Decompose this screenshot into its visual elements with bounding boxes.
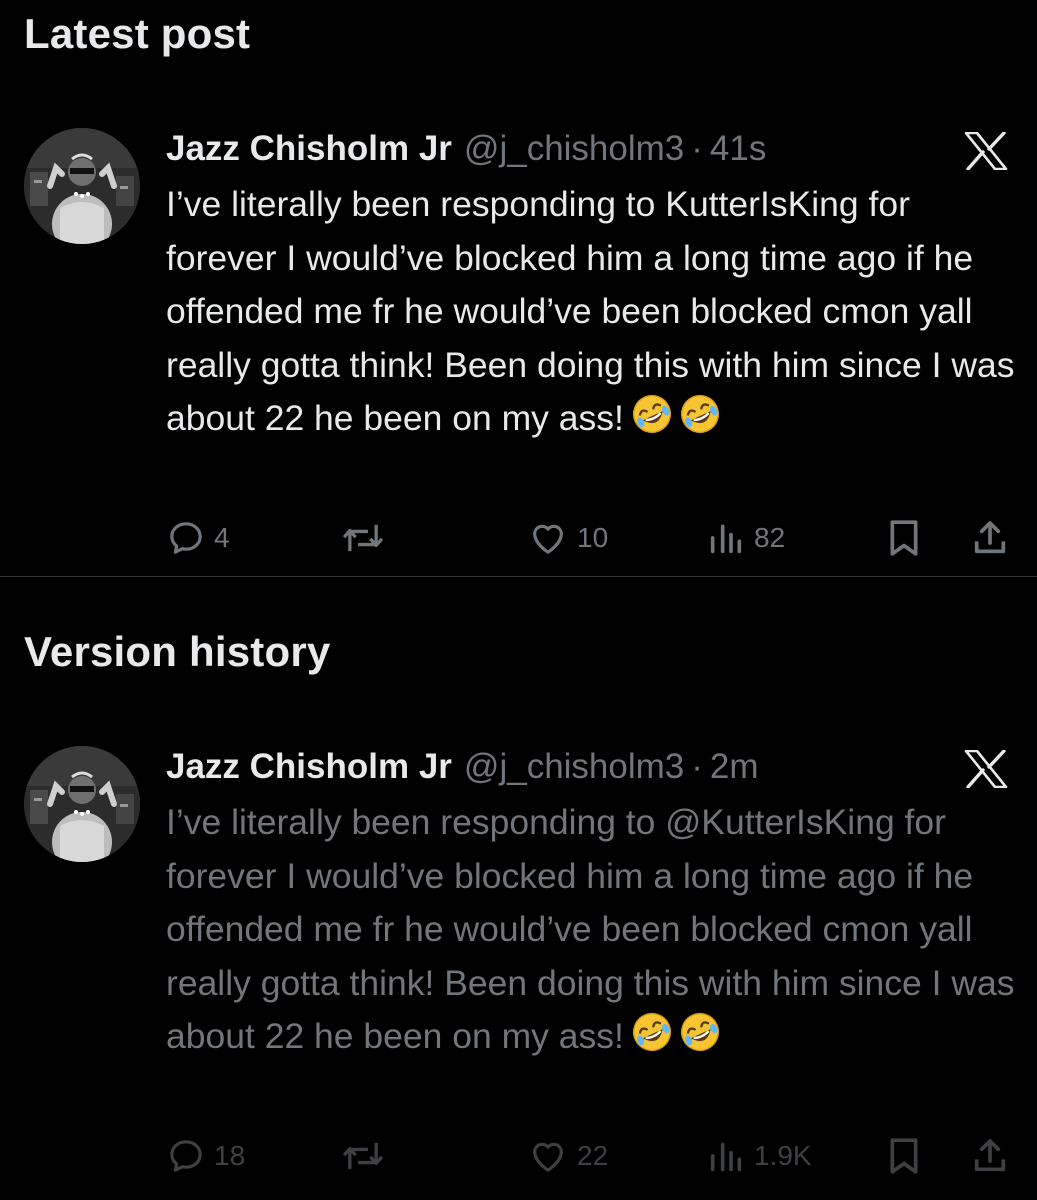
speech-bubble-icon <box>170 522 202 554</box>
x-logo-icon <box>964 749 1008 789</box>
separator-dot: · <box>691 747 703 786</box>
author-name[interactable]: Jazz Chisholm Jr <box>166 129 452 169</box>
emoji-group <box>630 1010 726 1070</box>
rofl-emoji-icon <box>678 1010 722 1054</box>
bookmark-button[interactable] <box>886 1128 922 1184</box>
heart-icon <box>533 524 563 554</box>
latest-post-heading: Latest post <box>24 10 251 57</box>
share-upload-icon <box>974 521 1006 554</box>
post-body: I’ve literally been responding to Kutter… <box>166 184 1015 438</box>
repost-button[interactable] <box>340 510 394 566</box>
post-text: I’ve literally been responding to Kutter… <box>166 178 1026 452</box>
reply-count: 18 <box>214 1140 246 1171</box>
rofl-emoji-icon <box>630 1010 674 1054</box>
views-button[interactable]: 1.9K <box>706 1128 812 1184</box>
post-text: I’ve literally been responding to @Kutte… <box>166 796 1026 1070</box>
author-name[interactable]: Jazz Chisholm Jr <box>166 747 452 787</box>
avatar[interactable] <box>24 128 140 244</box>
author-handle[interactable]: @j_chisholm3 <box>464 129 684 169</box>
version-history-heading: Version history <box>24 628 331 675</box>
section-divider <box>0 576 1037 577</box>
reply-button[interactable]: 18 <box>166 1128 245 1184</box>
rofl-emoji-icon <box>630 392 674 436</box>
like-count: 22 <box>577 1140 609 1171</box>
reply-button[interactable]: 4 <box>166 510 230 566</box>
share-button[interactable] <box>970 1128 1010 1184</box>
x-logo-icon <box>964 131 1008 171</box>
views-count: 82 <box>754 522 786 553</box>
post-actions: 18 22 1.9K <box>0 1128 1037 1184</box>
views-button[interactable]: 82 <box>706 510 785 566</box>
bookmark-icon <box>890 1138 918 1174</box>
post-body: I’ve literally been responding to @Kutte… <box>166 802 1015 1056</box>
repost-arrows-icon <box>342 524 384 552</box>
like-count: 10 <box>577 522 609 553</box>
repost-arrows-icon <box>342 1142 384 1170</box>
reply-count: 4 <box>214 522 230 553</box>
repost-button[interactable] <box>340 1128 394 1184</box>
emoji-group <box>630 392 726 452</box>
avatar[interactable] <box>24 746 140 862</box>
heart-icon <box>533 1142 563 1172</box>
bar-chart-icon <box>710 1142 742 1172</box>
post-actions: 4 10 82 <box>0 510 1037 566</box>
share-upload-icon <box>974 1139 1006 1172</box>
share-button[interactable] <box>970 510 1010 566</box>
like-button[interactable]: 10 <box>527 510 608 566</box>
post-timestamp[interactable]: 2m <box>710 747 759 787</box>
post-header: Jazz Chisholm Jr @j_chisholm3 · 2m <box>166 744 759 790</box>
views-count: 1.9K <box>754 1140 812 1171</box>
bar-chart-icon <box>710 524 742 554</box>
bookmark-button[interactable] <box>886 510 922 566</box>
speech-bubble-icon <box>170 1140 202 1172</box>
like-button[interactable]: 22 <box>527 1128 608 1184</box>
post-header: Jazz Chisholm Jr @j_chisholm3 · 41s <box>166 126 766 172</box>
separator-dot: · <box>691 129 703 168</box>
bookmark-icon <box>890 520 918 556</box>
post-timestamp[interactable]: 41s <box>710 129 766 169</box>
rofl-emoji-icon <box>678 392 722 436</box>
author-handle[interactable]: @j_chisholm3 <box>464 747 684 787</box>
